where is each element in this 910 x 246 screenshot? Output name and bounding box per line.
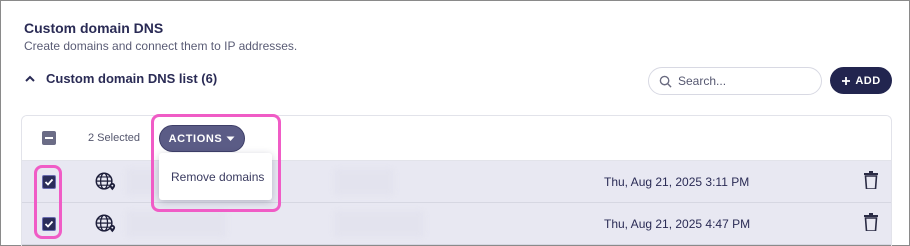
list-collapse-toggle[interactable]: Custom domain DNS list (6) [24, 71, 217, 86]
trash-icon[interactable] [864, 171, 878, 189]
trash-icon[interactable] [864, 213, 878, 231]
globe-icon [95, 172, 116, 191]
row-date: Thu, Aug 21, 2025 3:11 PM [604, 175, 750, 189]
globe-icon [95, 214, 116, 233]
indeterminate-icon [45, 137, 53, 139]
search-input[interactable] [678, 74, 808, 88]
caret-down-icon [226, 136, 235, 141]
add-button-label: ADD [855, 74, 881, 87]
section-subtitle: Create domains and connect them to IP ad… [24, 39, 298, 53]
plus-icon [842, 76, 851, 85]
search-icon [659, 75, 672, 88]
search-field[interactable] [648, 67, 822, 95]
actions-button[interactable]: ACTIONS [159, 125, 245, 152]
selected-count: 2 Selected [88, 132, 140, 144]
checkmark-icon [44, 178, 54, 186]
table-row[interactable]: Thu, Aug 21, 2025 3:11 PM [22, 161, 891, 203]
row-checkbox[interactable] [42, 217, 56, 231]
section-title: Custom domain DNS [24, 20, 164, 36]
actions-dropdown-menu: Remove domains [159, 153, 272, 200]
menu-item-remove-domains[interactable]: Remove domains [171, 170, 264, 184]
list-title: Custom domain DNS list (6) [46, 71, 218, 86]
row-checkbox[interactable] [42, 175, 56, 189]
dns-panel: Custom domain DNS Create domains and con… [0, 0, 910, 246]
checkmark-icon [44, 220, 54, 228]
redacted-ip [334, 211, 424, 237]
redacted-domain [126, 211, 226, 237]
add-button[interactable]: ADD [830, 67, 892, 94]
table-row[interactable]: Thu, Aug 21, 2025 4:47 PM [22, 203, 891, 245]
chevron-up-icon [25, 75, 35, 82]
bulk-actions-toolbar: 2 Selected ACTIONS [22, 116, 891, 161]
dns-table: 2 Selected ACTIONS Thu, Aug 21, 2025 3:1… [21, 115, 892, 246]
redacted-ip [334, 169, 394, 195]
select-all-checkbox[interactable] [42, 131, 56, 145]
actions-button-label: ACTIONS [168, 132, 223, 145]
row-date: Thu, Aug 21, 2025 4:47 PM [604, 217, 751, 231]
